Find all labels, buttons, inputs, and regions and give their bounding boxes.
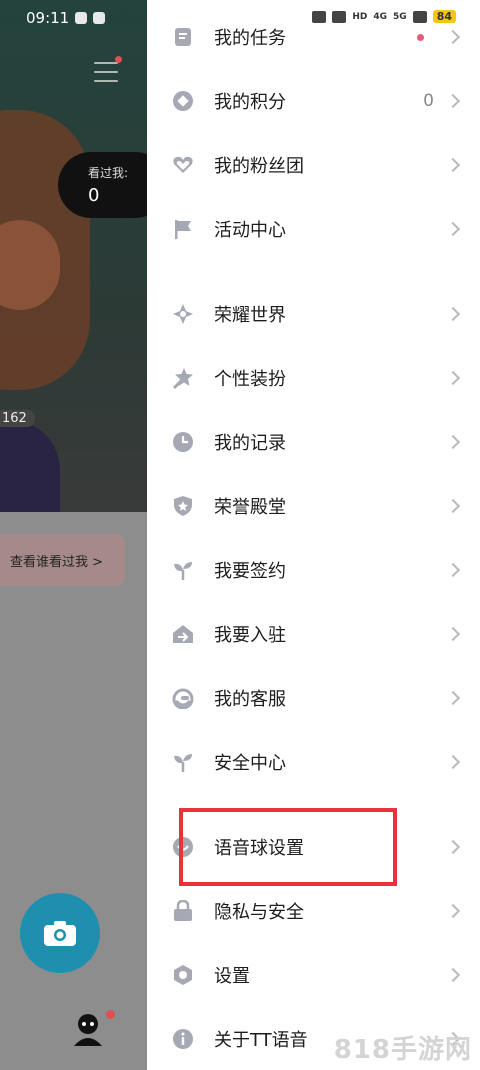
chevron-right-icon — [445, 29, 461, 45]
points-icon — [171, 89, 195, 113]
notification-icon — [75, 12, 88, 24]
viewed-me-label: 看过我: — [88, 166, 129, 180]
honor-world-icon — [171, 302, 195, 326]
chevron-right-icon — [445, 93, 461, 109]
flag-icon — [171, 217, 195, 241]
highlight-annotation — [179, 808, 397, 886]
menu-item-1[interactable]: 我的任务 — [147, 8, 480, 66]
who-viewed-me-button[interactable]: 查看谁看过我 > — [0, 534, 125, 586]
menu-item-value: 0 — [423, 91, 434, 111]
menu-item-label: 我的粉丝团 — [214, 156, 304, 177]
shield-star-icon — [171, 494, 195, 518]
background-content-panel — [0, 512, 148, 1070]
camera-icon — [44, 921, 76, 946]
chevron-right-icon — [445, 754, 461, 770]
menu-item-label: 活动中心 — [214, 220, 286, 241]
chevron-right-icon — [445, 157, 461, 173]
menu-item-label: 设置 — [214, 966, 250, 987]
menu-item-5[interactable]: 荣耀世界 — [147, 285, 480, 343]
menu-item-label: 荣耀世界 — [214, 305, 286, 326]
watermark: 818手游网 — [333, 1035, 472, 1065]
menu-item-label: 我的客服 — [214, 689, 286, 710]
status-bar-left: 09:11 — [26, 9, 106, 27]
chevron-right-icon — [445, 839, 461, 855]
bottom-nav-profile-icon[interactable] — [72, 1010, 115, 1048]
menu-item-label: 荣誉殿堂 — [214, 497, 286, 518]
lock-icon — [171, 899, 195, 923]
menu-hamburger-icon[interactable] — [94, 56, 122, 84]
menu-item-9[interactable]: 我要签约 — [147, 541, 480, 599]
chevron-right-icon — [445, 967, 461, 983]
sprout-icon — [171, 558, 195, 582]
chevron-right-icon — [445, 498, 461, 514]
menu-item-label: 安全中心 — [214, 753, 286, 774]
menu-item-12[interactable]: 安全中心 — [147, 733, 480, 791]
menu-badge-dot — [115, 56, 122, 63]
viewed-me-card[interactable]: 看过我: 0 — [58, 152, 148, 218]
viewed-me-count: 0 — [88, 185, 100, 206]
dress-up-icon — [171, 366, 195, 390]
house-arrow-icon — [171, 622, 195, 646]
menu-item-15[interactable]: 设置 — [147, 946, 480, 1004]
menu-item-7[interactable]: 我的记录 — [147, 413, 480, 471]
menu-item-14[interactable]: 隐私与安全 — [147, 882, 480, 940]
status-time: 09:11 — [26, 9, 70, 27]
camera-button[interactable] — [20, 893, 100, 973]
sprout-icon — [171, 750, 195, 774]
menu-item-label: 我的记录 — [214, 433, 286, 454]
menu-item-2[interactable]: 我的积分 0 — [147, 72, 480, 130]
chevron-right-icon — [445, 370, 461, 386]
chevron-right-icon — [445, 306, 461, 322]
menu-item-8[interactable]: 荣誉殿堂 — [147, 477, 480, 535]
menu-item-label: 我要签约 — [214, 561, 286, 582]
menu-item-10[interactable]: 我要入驻 — [147, 605, 480, 663]
menu-item-label: 我要入驻 — [214, 625, 286, 646]
menu-item-11[interactable]: 我的客服 — [147, 669, 480, 727]
clock-icon — [171, 430, 195, 454]
chevron-right-icon — [445, 221, 461, 237]
menu-item-badge-dot — [417, 33, 424, 41]
chevron-right-icon — [445, 562, 461, 578]
profile-badge-dot — [106, 1010, 115, 1019]
gear-icon — [171, 963, 195, 987]
headset-icon — [171, 686, 195, 710]
chevron-right-icon — [445, 903, 461, 919]
app-notification-icon — [93, 12, 106, 24]
menu-item-label: 隐私与安全 — [214, 902, 304, 923]
menu-item-4[interactable]: 活动中心 — [147, 200, 480, 258]
menu-item-label: 我的积分 — [214, 92, 286, 113]
chevron-right-icon — [445, 690, 461, 706]
count-badge: 162 — [0, 410, 35, 427]
menu-item-3[interactable]: 我的粉丝团 — [147, 136, 480, 194]
fan-club-icon — [171, 153, 195, 177]
task-icon — [171, 25, 195, 49]
background-app: 09:11 看过我: 0 162 查看谁看过我 > — [0, 0, 148, 1070]
menu-item-label: 关于TT语音 — [214, 1030, 308, 1051]
chevron-right-icon — [445, 626, 461, 642]
menu-item-6[interactable]: 个性装扮 — [147, 349, 480, 407]
side-drawer: HD 4G 5G 84 我的任务 我的积分 0 我的粉丝团 活动中心 荣耀世界 个性装扮 我的… — [147, 0, 480, 1070]
info-icon — [171, 1027, 195, 1051]
menu-item-label: 个性装扮 — [214, 369, 286, 390]
menu-item-label: 我的任务 — [214, 28, 286, 49]
chevron-right-icon — [445, 434, 461, 450]
